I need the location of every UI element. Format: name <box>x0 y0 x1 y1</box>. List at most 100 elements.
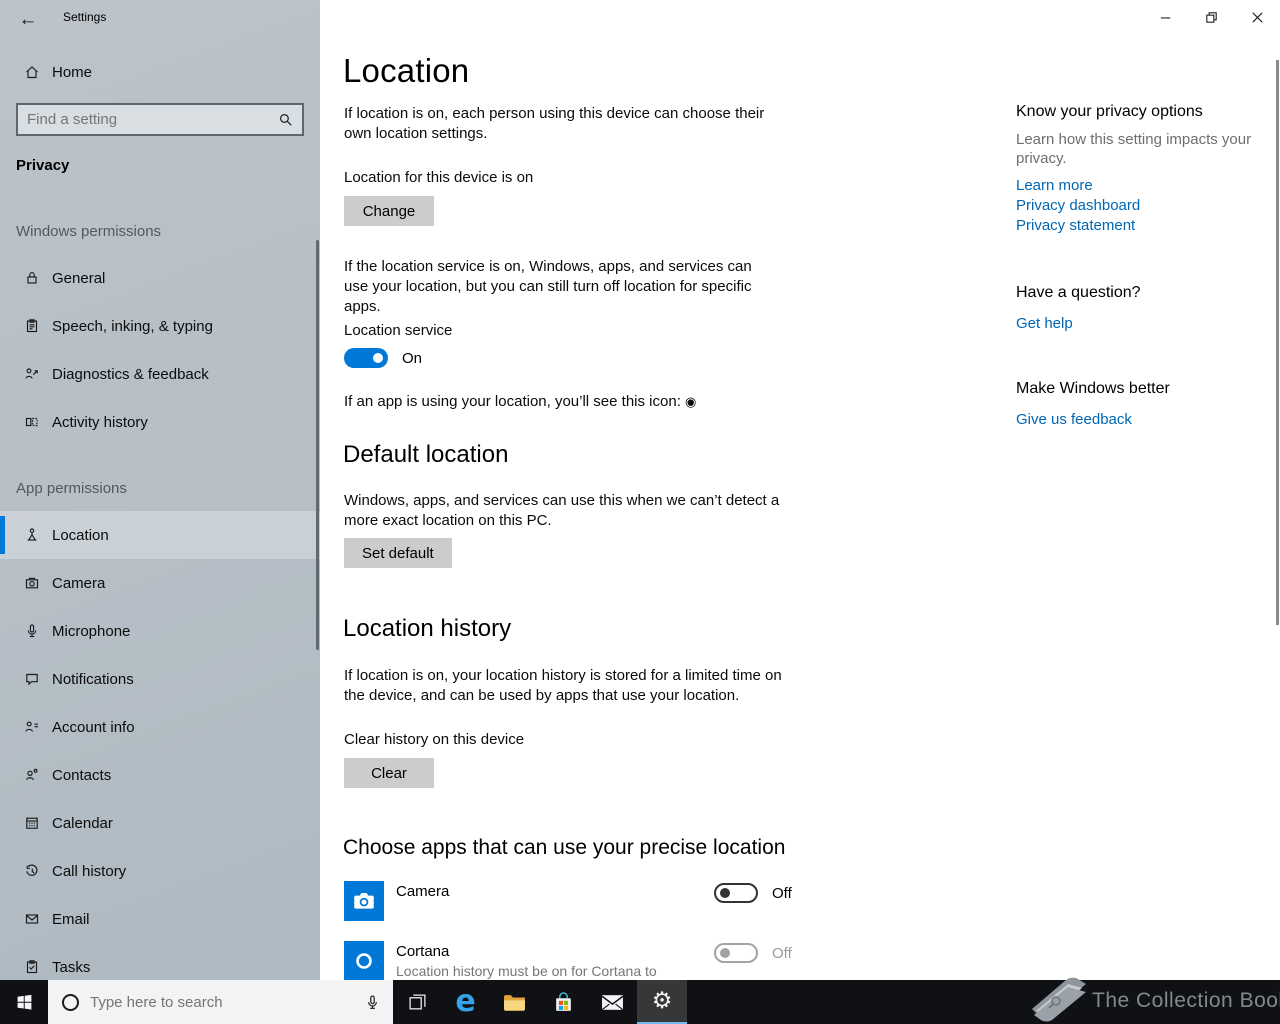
diagnostics-icon <box>24 366 40 382</box>
make-windows-better-block: Make Windows better Give us feedback <box>1016 380 1266 430</box>
sidebar-item-calendar[interactable]: Calendar <box>0 799 320 847</box>
search-input[interactable] <box>18 111 277 128</box>
sidebar-item-label: Microphone <box>52 622 131 640</box>
taskbar-search[interactable] <box>48 980 393 1024</box>
home-icon <box>24 64 40 80</box>
privacy-options-desc: Learn how this setting impacts your priv… <box>1016 131 1252 167</box>
app-row-cortana: Cortana Location history must be on for … <box>344 941 814 981</box>
sidebar-item-microphone[interactable]: Microphone <box>0 607 320 655</box>
close-icon[interactable] <box>1234 0 1280 34</box>
intro-text: If location is on, each person using thi… <box>344 105 765 142</box>
set-default-button[interactable]: Set default <box>344 538 452 568</box>
location-history-desc: If location is on, your location history… <box>344 667 782 704</box>
default-location-desc: Windows, apps, and services can use this… <box>344 492 780 529</box>
back-button[interactable]: ← <box>14 7 42 33</box>
page-title: Location <box>343 52 470 89</box>
service-label: Location service <box>344 322 453 339</box>
file-explorer-taskbar-icon[interactable] <box>490 980 539 1024</box>
camera-icon <box>24 575 40 591</box>
sidebar-scrollbar[interactable] <box>316 240 319 650</box>
mail-icon <box>601 994 624 1010</box>
tasks-icon <box>24 959 40 975</box>
microphone-icon <box>24 623 40 639</box>
service-note: If the location service is on, Windows, … <box>344 258 752 315</box>
gear-icon: ⚙ <box>651 988 673 1014</box>
calendar-icon <box>24 815 40 831</box>
location-service-toggle[interactable] <box>344 348 388 368</box>
get-help-link[interactable]: Get help <box>1016 314 1266 334</box>
sidebar-item-label: Speech, inking, & typing <box>52 317 213 335</box>
sidebar-item-label: Tasks <box>52 958 91 976</box>
folder-icon <box>504 994 525 1011</box>
privacy-options-title: Know your privacy options <box>1016 103 1203 120</box>
sidebar-item-email[interactable]: Email <box>0 895 320 943</box>
cortana-location-toggle-row: Off <box>714 943 792 963</box>
sidebar-item-notifications[interactable]: Notifications <box>0 655 320 703</box>
mail-taskbar-icon[interactable] <box>588 980 637 1024</box>
toggle-state-label: Off <box>772 944 792 962</box>
sidebar-item-contacts[interactable]: Contacts <box>0 751 320 799</box>
clear-button[interactable]: Clear <box>344 758 434 788</box>
window-controls <box>1142 0 1280 34</box>
sidebar-item-label: Account info <box>52 718 135 736</box>
location-service-toggle-row: On <box>344 348 422 368</box>
sidebar-item-label: Contacts <box>52 766 112 784</box>
activity-history-icon <box>24 414 40 430</box>
sidebar-item-general[interactable]: General <box>0 254 320 302</box>
group-app-permissions: App permissions <box>16 480 127 497</box>
settings-taskbar-icon[interactable]: ⚙ <box>637 980 687 1024</box>
edge-taskbar-icon[interactable]: e <box>441 980 490 1024</box>
toggle-state-label: On <box>402 349 423 367</box>
sidebar-item-speech[interactable]: Speech, inking, & typing <box>0 302 320 350</box>
sidebar-item-label: Camera <box>52 574 106 592</box>
start-button[interactable] <box>0 980 48 1024</box>
camera-app-icon <box>354 892 374 909</box>
privacy-dashboard-link[interactable]: Privacy dashboard <box>1016 196 1266 216</box>
app-name: Cortana <box>396 943 450 960</box>
cortana-location-toggle[interactable] <box>714 943 758 963</box>
restore-button[interactable] <box>1188 0 1234 34</box>
sidebar-item-label: Email <box>52 910 90 928</box>
sidebar-item-home[interactable]: Home <box>0 48 320 96</box>
task-view-button[interactable] <box>393 980 441 1024</box>
windows-logo-icon <box>17 994 31 1010</box>
cortana-app-icon <box>356 953 372 969</box>
clear-history-label: Clear history on this device <box>344 731 525 748</box>
settings-search[interactable] <box>16 103 304 136</box>
sidebar-item-call-history[interactable]: Call history <box>0 847 320 895</box>
have-question-block: Have a question? Get help <box>1016 284 1266 334</box>
app-name: Camera <box>396 883 450 900</box>
sidebar-item-account-info[interactable]: Account info <box>0 703 320 751</box>
store-icon <box>556 991 571 1011</box>
sidebar-item-diagnostics[interactable]: Diagnostics & feedback <box>0 350 320 398</box>
search-icon[interactable] <box>277 111 294 128</box>
microphone-icon[interactable] <box>364 994 381 1011</box>
content-scrollbar[interactable] <box>1276 60 1279 625</box>
toggle-state-label: Off <box>772 884 792 902</box>
sidebar-item-activity-history[interactable]: Activity history <box>0 398 320 446</box>
camera-location-toggle[interactable] <box>714 883 758 903</box>
sidebar-item-label: Home <box>52 63 93 81</box>
sidebar-item-location[interactable]: Location <box>0 511 320 559</box>
settings-sidebar: ← Settings Home Privacy Windows permissi… <box>0 0 320 980</box>
edge-icon: e <box>455 984 476 1019</box>
privacy-statement-link[interactable]: Privacy statement <box>1016 216 1266 236</box>
give-feedback-link[interactable]: Give us feedback <box>1016 410 1266 430</box>
store-taskbar-icon[interactable] <box>539 980 588 1024</box>
change-button[interactable]: Change <box>344 196 434 226</box>
device-location-status: Location for this device is on <box>344 169 534 186</box>
cortana-icon <box>62 993 79 1011</box>
location-pin-icon <box>24 527 40 543</box>
lock-icon <box>24 270 40 286</box>
learn-more-link[interactable]: Learn more <box>1016 176 1266 196</box>
watermark: The Collection Book <box>1022 971 1280 1024</box>
taskbar-search-input[interactable] <box>79 993 364 1011</box>
icon-note: If an app is using your location, you’ll… <box>344 393 697 410</box>
contacts-icon <box>24 767 40 783</box>
cortana-app-tile <box>344 941 384 981</box>
minimize-button[interactable] <box>1142 0 1188 34</box>
privacy-options-block: Know your privacy options Learn how this… <box>1016 103 1266 236</box>
sidebar-item-camera[interactable]: Camera <box>0 559 320 607</box>
desktop: ← Settings Home Privacy Windows permissi… <box>0 0 1280 1024</box>
camera-app-tile <box>344 881 384 921</box>
